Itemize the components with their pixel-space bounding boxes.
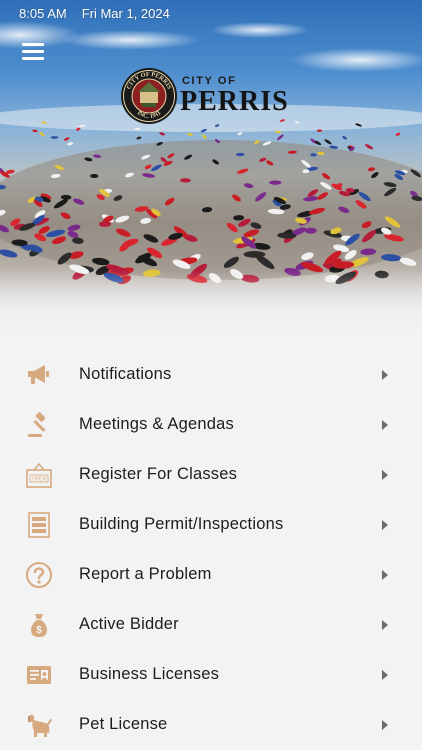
skydiver-shape xyxy=(136,136,142,140)
status-time: 8:05 AM xyxy=(19,5,67,21)
hamburger-menu-icon[interactable] xyxy=(20,40,46,62)
skydiver-shape xyxy=(32,129,38,133)
skydiver-shape xyxy=(237,132,243,136)
skydiver-shape xyxy=(50,136,59,139)
menu-item-meetings-agendas[interactable]: Meetings & Agendas xyxy=(0,400,422,450)
city-seal-icon: CITY OF PERRIS INC. 1911 xyxy=(121,68,177,124)
menu-item-register-classes[interactable]: OPEN Register For Classes xyxy=(0,450,422,500)
megaphone-icon xyxy=(28,365,49,384)
menu-item-label: Active Bidder xyxy=(79,615,179,633)
skydiver-shape xyxy=(187,132,194,136)
status-date: Fri Mar 1, 2024 xyxy=(81,5,170,21)
menu-item-label: Building Permit/Inspections xyxy=(79,515,284,533)
menu-item-building-permit[interactable]: Building Permit/Inspections xyxy=(0,500,422,550)
logo-city-name: PERRIS xyxy=(180,86,289,117)
skydiver-shape xyxy=(159,132,166,136)
skydiver-shape xyxy=(395,132,401,136)
menu-item-label: Pet License xyxy=(79,715,168,733)
menu-item-active-bidder[interactable]: $ Active Bidder xyxy=(0,600,422,650)
svg-text:$: $ xyxy=(36,625,42,636)
menu-item-report-problem[interactable]: Report a Problem xyxy=(0,550,422,600)
license-card-icon xyxy=(27,666,51,684)
skydiver-shape xyxy=(67,142,74,146)
svg-text:OPEN: OPEN xyxy=(32,477,47,483)
open-sign-icon: OPEN xyxy=(26,462,52,488)
chevron-right-icon xyxy=(382,420,388,430)
chevron-right-icon xyxy=(382,570,388,580)
menu-item-business-licenses[interactable]: Business Licenses xyxy=(0,650,422,700)
chevron-right-icon xyxy=(382,670,388,680)
menu-item-label: Report a Problem xyxy=(79,565,212,583)
chevron-right-icon xyxy=(382,720,388,730)
skydiver-shape xyxy=(201,134,208,139)
money-bag-icon: $ xyxy=(31,614,47,637)
skydiver-shape xyxy=(276,134,284,141)
city-logo: CITY OF PERRIS INC. 1911 CITY OF PERRIS xyxy=(120,67,305,127)
document-stack-icon xyxy=(28,512,50,538)
skydiver-shape xyxy=(0,249,18,258)
menu-item-label: Register For Classes xyxy=(79,465,238,483)
status-bar: 8:05 AM Fri Mar 1, 2024 xyxy=(0,0,422,26)
gavel-icon xyxy=(28,412,46,437)
skydiver-shape xyxy=(243,251,266,258)
menu-item-label: Meetings & Agendas xyxy=(79,415,234,433)
chevron-right-icon xyxy=(382,470,388,480)
chevron-right-icon xyxy=(382,370,388,380)
skydiver-shape xyxy=(304,227,317,234)
menu-list: Notifications Meetings & Agendas OPEN Re… xyxy=(0,350,422,750)
chevron-right-icon xyxy=(382,520,388,530)
skydiver-shape xyxy=(324,139,332,145)
hero-banner: 8:05 AM Fri Mar 1, 2024 CITY OF PERRIS I… xyxy=(0,0,422,338)
skydiver-shape xyxy=(63,137,70,141)
menu-item-label: Business Licenses xyxy=(79,665,220,683)
menu-item-label: Notifications xyxy=(79,365,172,383)
skydiver-shape xyxy=(39,131,45,137)
skydiver-shape xyxy=(364,144,374,150)
dog-icon xyxy=(28,714,52,737)
menu-item-pet-license[interactable]: Pet License xyxy=(0,700,422,750)
skydiver-shape xyxy=(399,257,417,266)
skydiver-shape xyxy=(269,180,282,185)
menu-item-notifications[interactable]: Notifications xyxy=(0,350,422,400)
skydiver-shape xyxy=(342,136,347,140)
skydivers-photo xyxy=(0,21,422,338)
chevron-right-icon xyxy=(382,620,388,630)
question-circle-icon xyxy=(26,562,52,588)
